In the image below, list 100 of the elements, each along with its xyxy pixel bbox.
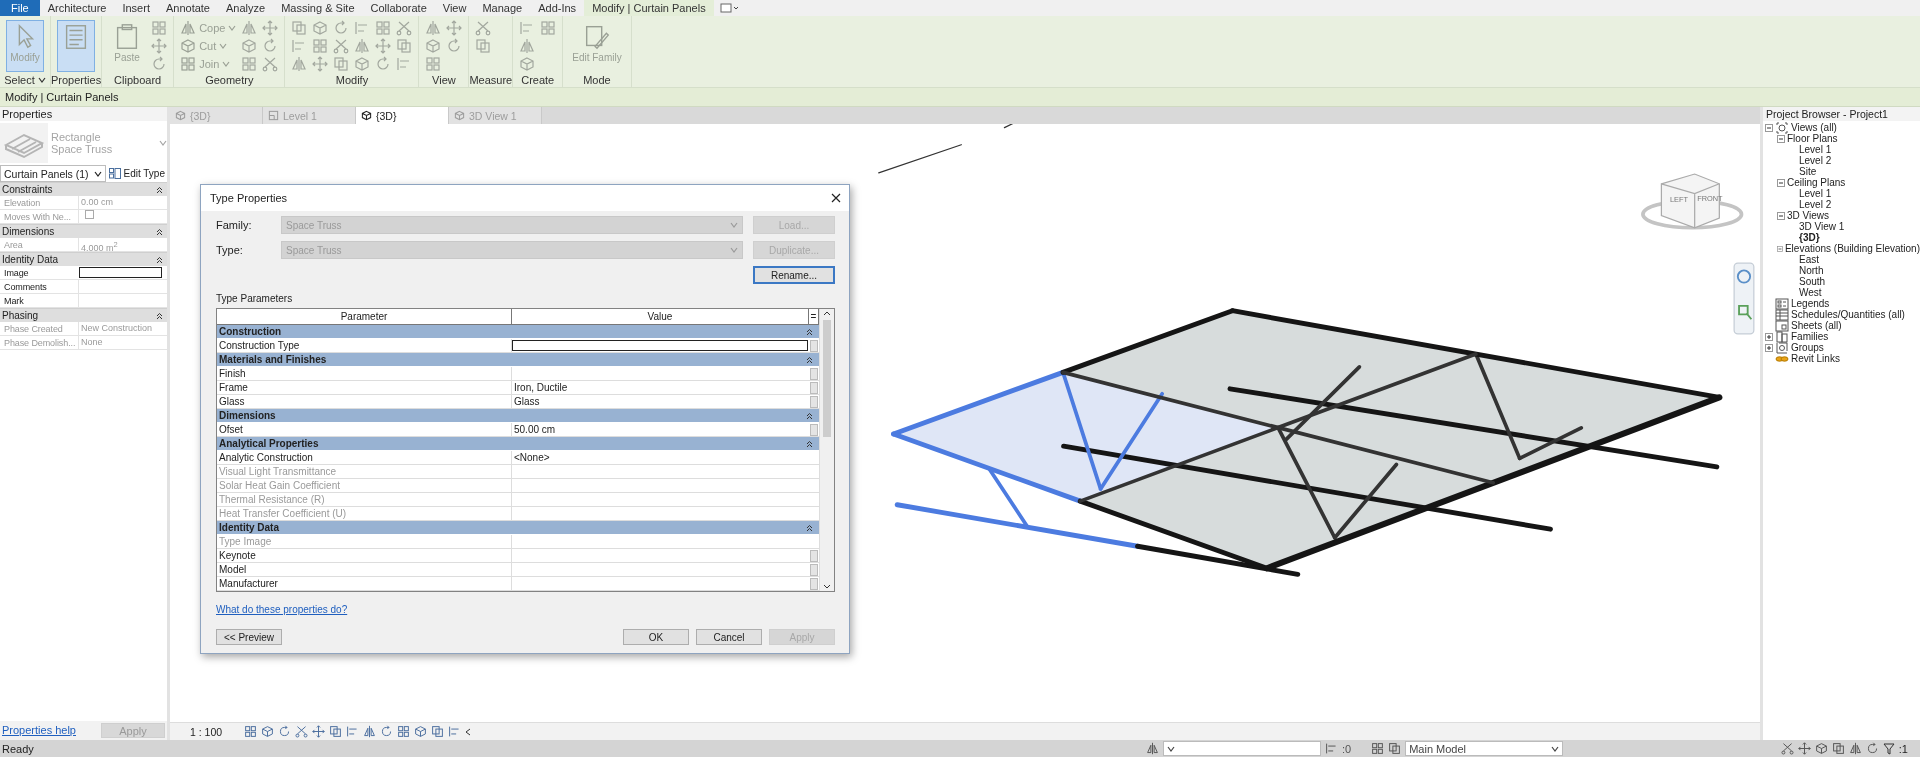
ribbon-tab[interactable]: Insert: [114, 0, 158, 16]
dialog-button[interactable]: Cancel: [696, 629, 762, 645]
mirror-icon[interactable]: [291, 56, 308, 72]
rotate-icon[interactable]: [375, 56, 392, 72]
tree-item[interactable]: {3D}: [1799, 232, 1820, 243]
rotate-icon[interactable]: [278, 725, 292, 738]
move-arrows-icon[interactable]: [375, 38, 392, 54]
parameter-button[interactable]: [810, 381, 818, 394]
scissors-icon[interactable]: [396, 20, 413, 36]
expand-icon[interactable]: [1765, 332, 1773, 341]
grid-icon[interactable]: [397, 725, 411, 738]
mirror-icon[interactable]: [519, 38, 536, 54]
copy-icon[interactable]: [396, 38, 413, 54]
cube-icon[interactable]: [354, 56, 371, 72]
collapse-icon[interactable]: [806, 439, 813, 448]
move-arrows-icon[interactable]: [312, 725, 326, 738]
collapse-icon[interactable]: [156, 255, 163, 264]
scroll-up-icon[interactable]: [823, 311, 831, 316]
copy-icon[interactable]: [291, 20, 308, 36]
scale-label[interactable]: 1 : 100: [190, 725, 223, 738]
dialog-button[interactable]: Rename...: [753, 266, 835, 284]
rotate-icon[interactable]: [151, 56, 168, 72]
design-option-dropdown[interactable]: Main Model: [1405, 741, 1564, 756]
edit-type-button[interactable]: Edit Type: [109, 168, 167, 179]
ribbon-tab[interactable]: View: [434, 0, 475, 16]
tree-item[interactable]: Level 1: [1799, 188, 1832, 199]
tree-item[interactable]: Level 2: [1799, 199, 1832, 210]
move-arrows-icon[interactable]: [446, 20, 463, 36]
preview-button[interactable]: << Preview: [216, 629, 282, 645]
scroll-thumb[interactable]: [823, 320, 831, 437]
ribbon-tab[interactable]: Massing & Site: [273, 0, 363, 16]
caret-icon[interactable]: [1551, 745, 1560, 752]
tree-item[interactable]: West: [1799, 287, 1822, 298]
input-field[interactable]: [79, 267, 162, 278]
collapse-icon[interactable]: [806, 327, 813, 336]
copy-icon[interactable]: [475, 38, 492, 54]
dropdown-icon[interactable]: [37, 77, 46, 83]
tree-item[interactable]: Ceiling Plans: [1787, 177, 1846, 188]
collapse-icon[interactable]: [156, 185, 163, 194]
copy-icon[interactable]: [329, 725, 343, 738]
tree-item[interactable]: 3D Views: [1787, 210, 1830, 221]
caret-icon[interactable]: [94, 170, 103, 177]
tree-item[interactable]: Views (all): [1791, 122, 1837, 133]
tree-item[interactable]: Site: [1799, 166, 1817, 177]
scissors-icon[interactable]: [295, 725, 309, 738]
grid-icon[interactable]: [1371, 742, 1385, 755]
align-icon[interactable]: [448, 725, 462, 738]
close-icon[interactable]: [831, 193, 841, 203]
filter-dropdown[interactable]: Curtain Panels (1): [0, 165, 107, 182]
rotate-icon[interactable]: [446, 38, 463, 54]
chevron-left-icon[interactable]: [465, 727, 472, 736]
grid-icon[interactable]: [241, 56, 258, 72]
document-tab[interactable]: {3D}: [356, 107, 449, 124]
ribbon-tab[interactable]: Manage: [474, 0, 531, 16]
cube-icon[interactable]: [425, 38, 442, 54]
help-link[interactable]: Properties help: [2, 724, 76, 736]
mirror-icon[interactable]: [425, 20, 442, 36]
grid-icon[interactable]: [180, 56, 197, 72]
move-arrows-icon[interactable]: [1797, 742, 1811, 755]
grid-icon[interactable]: [425, 56, 442, 72]
scroll-down-icon[interactable]: [823, 584, 831, 589]
tree-item[interactable]: Sheets (all): [1791, 320, 1842, 331]
copy-icon[interactable]: [1388, 742, 1402, 755]
move-arrows-icon[interactable]: [312, 56, 329, 72]
ribbon-tab[interactable]: Modify | Curtain Panels: [584, 0, 714, 16]
grid-icon[interactable]: [540, 20, 557, 36]
ribbon-button[interactable]: [57, 20, 96, 72]
move-arrows-icon[interactable]: [151, 38, 168, 54]
parameter-button[interactable]: [810, 563, 818, 576]
mirror-icon[interactable]: [1848, 742, 1862, 755]
tree-item[interactable]: Families: [1791, 331, 1829, 342]
panel-toggle-icon[interactable]: [719, 3, 740, 13]
scissors-icon[interactable]: [333, 38, 350, 54]
collapse-icon[interactable]: [806, 523, 813, 532]
copy-icon[interactable]: [1831, 742, 1845, 755]
ribbon-tab[interactable]: Architecture: [39, 0, 115, 16]
tree-item[interactable]: South: [1799, 276, 1826, 287]
collapse-icon[interactable]: [806, 411, 813, 420]
filter-icon[interactable]: [1882, 742, 1895, 755]
caret-icon[interactable]: [1167, 745, 1175, 752]
tree-item[interactable]: Level 1: [1799, 144, 1832, 155]
cube-icon[interactable]: [519, 56, 536, 72]
dialog-button[interactable]: OK: [623, 629, 689, 645]
scissors-icon[interactable]: [475, 20, 492, 36]
parameter-button[interactable]: [810, 577, 818, 590]
mirror-icon[interactable]: [180, 20, 197, 36]
tree-item[interactable]: Revit Links: [1791, 353, 1840, 364]
tree-item[interactable]: Groups: [1791, 342, 1824, 353]
rotate-icon[interactable]: [262, 38, 279, 54]
ribbon-tab[interactable]: Add-Ins: [530, 0, 585, 16]
rotate-icon[interactable]: [380, 725, 394, 738]
tree-item[interactable]: North: [1799, 265, 1824, 276]
rotate-icon[interactable]: [1865, 742, 1879, 755]
mirror-icon[interactable]: [1146, 742, 1159, 755]
collapse-icon[interactable]: [156, 227, 163, 236]
mirror-icon[interactable]: [363, 725, 377, 738]
grid-icon[interactable]: [312, 38, 329, 54]
tree-item[interactable]: Legends: [1791, 298, 1830, 309]
grid-icon[interactable]: [244, 725, 258, 738]
tree-item[interactable]: Level 2: [1799, 155, 1832, 166]
